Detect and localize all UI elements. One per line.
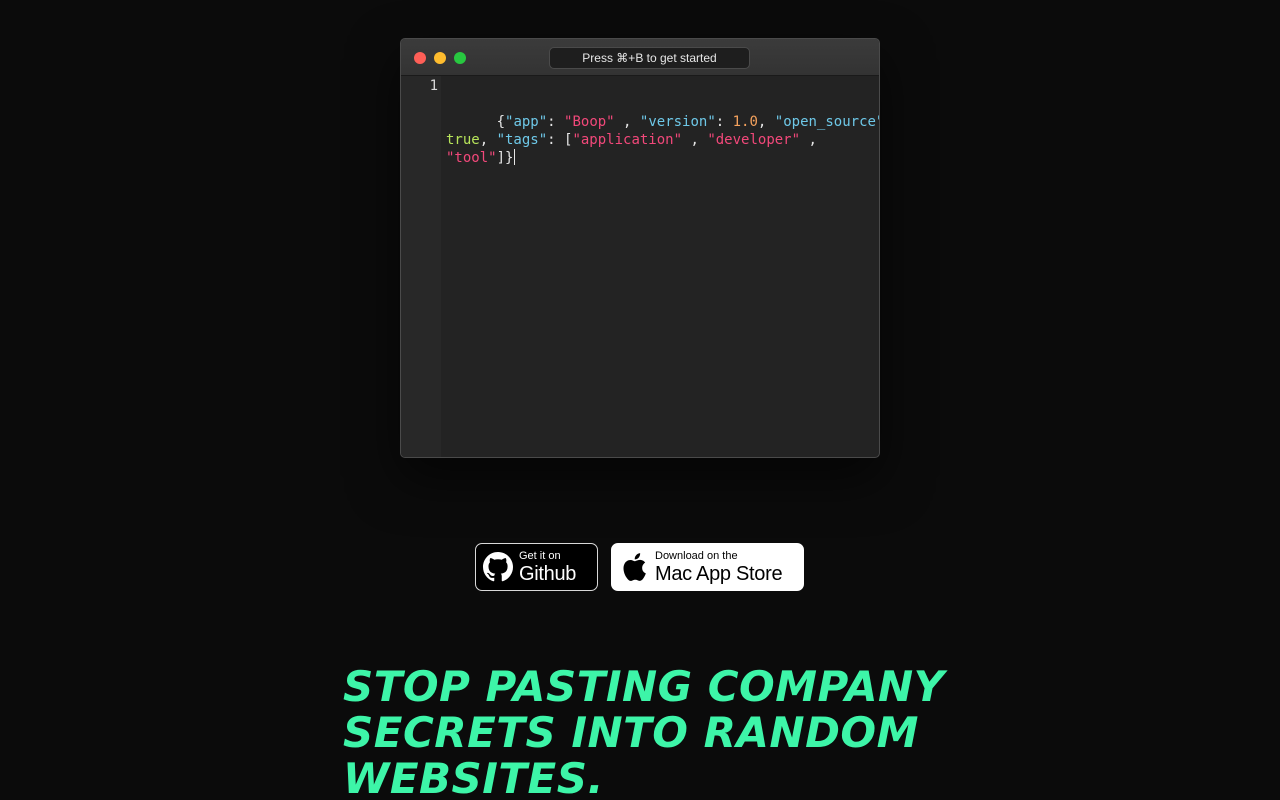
json-token-str: "application" <box>572 132 683 148</box>
landing-page: Press ⌘+B to get started 1 {"app": "Boop… <box>0 0 1280 800</box>
github-button-label: Github <box>519 562 577 585</box>
code-editor[interactable]: 1 {"app": "Boop" , "version": 1.0, "open… <box>430 77 879 185</box>
command-search-bar[interactable]: Press ⌘+B to get started <box>549 47 750 69</box>
json-token-punc: ]} <box>496 150 514 166</box>
title-bar: Press ⌘+B to get started <box>401 39 879 76</box>
github-button-text: Get it on Github <box>519 549 577 585</box>
json-token-key: "tags" <box>496 132 548 148</box>
close-window-button[interactable] <box>414 52 426 64</box>
json-token-punc: : [ <box>547 132 573 148</box>
json-token-bool: true <box>446 132 480 148</box>
json-token-punc: , <box>757 114 775 130</box>
maximize-window-button[interactable] <box>454 52 466 64</box>
json-token-str: "Boop" <box>564 114 615 130</box>
app-store-button-text: Download on the Mac App Store <box>655 549 783 585</box>
json-token-num: 1.0 <box>732 114 758 130</box>
json-token-punc: , <box>614 114 640 130</box>
minimize-window-button[interactable] <box>434 52 446 64</box>
github-download-button[interactable]: Get it on Github <box>475 543 598 591</box>
text-caret <box>514 149 516 165</box>
json-token-punc: : <box>715 114 733 130</box>
line-number-gutter <box>401 76 441 457</box>
editor-text[interactable]: {"app": "Boop" , "version": 1.0, "open_s… <box>446 114 880 166</box>
app-store-button-small-label: Download on the <box>655 549 738 562</box>
json-token-key: "app" <box>505 114 548 130</box>
app-window: Press ⌘+B to get started 1 {"app": "Boop… <box>400 38 880 458</box>
github-icon <box>483 552 513 582</box>
json-token-punc: , <box>479 132 497 148</box>
json-token-key: "version" <box>639 114 716 130</box>
mac-app-store-button[interactable]: Download on the Mac App Store <box>611 543 804 591</box>
line-number: 1 <box>429 78 438 94</box>
hero-headline: STOP PASTING COMPANY SECRETS INTO RANDOM… <box>343 662 945 800</box>
json-token-key: "open_source" <box>774 114 880 130</box>
json-token-punc: , <box>808 132 817 148</box>
json-token-punc: : <box>547 114 565 130</box>
json-token-punc: { <box>496 114 506 130</box>
app-store-button-label: Mac App Store <box>655 562 783 585</box>
apple-icon <box>619 552 649 582</box>
json-token-str: "developer" <box>707 132 801 148</box>
github-button-small-label: Get it on <box>519 549 561 562</box>
json-token-str: "tool" <box>446 150 497 166</box>
json-token-punc: , <box>682 132 708 148</box>
